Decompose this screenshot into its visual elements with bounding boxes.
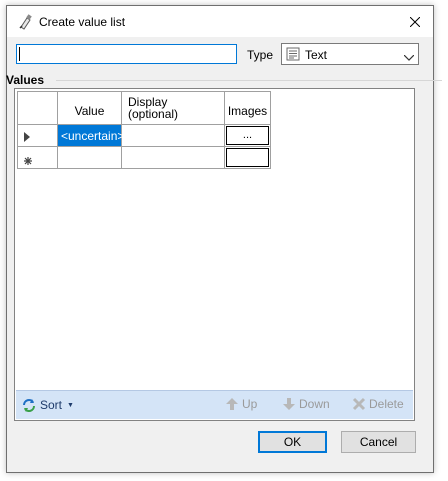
column-header-images[interactable]: Images [225,92,271,125]
cancel-button[interactable]: Cancel [341,431,416,453]
delete-button[interactable]: Delete [352,397,404,411]
column-header-value[interactable]: Value [58,92,122,125]
new-row-selector[interactable] [18,147,58,169]
choose-image-button[interactable]: ... [226,126,269,145]
sort-icon [23,399,35,412]
name-input[interactable] [16,44,237,64]
dropdown-arrow-icon: ▼ [67,401,74,409]
row-selector-header [18,92,58,125]
section-divider [56,80,442,81]
type-selected-value: Text [305,48,328,62]
sort-button[interactable]: Sort ▼ [21,397,74,413]
new-display-cell[interactable] [122,147,225,169]
current-row-arrow-icon [24,131,30,145]
value-list-icon [18,14,34,30]
grid-header-row: Value Display (optional) Images [18,92,271,125]
new-value-cell[interactable] [58,147,122,169]
column-header-display[interactable]: Display (optional) [122,92,225,125]
move-up-button[interactable]: Up [225,397,257,411]
type-select[interactable]: Text [281,43,419,65]
close-button[interactable] [401,8,429,35]
new-row[interactable] [18,147,271,169]
type-label: Type [247,48,274,62]
close-icon [410,16,420,27]
grid-toolbar: Sort ▼ Up Down Delete [16,390,413,419]
new-row-asterisk-icon [24,154,32,168]
arrow-up-icon [226,398,238,410]
new-images-cell [225,147,271,169]
text-caret [19,47,20,61]
new-choose-image-button[interactable] [226,148,269,167]
title-bar: Create value list [7,6,433,37]
values-grid: Value Display (optional) Images <uncerta… [17,91,271,169]
delete-icon [352,397,366,411]
arrow-down-icon [283,398,295,410]
value-cell[interactable]: <uncertain> [58,125,124,147]
move-down-button[interactable]: Down [282,397,330,411]
window-title: Create value list [39,15,126,29]
table-row[interactable]: <uncertain> ... [18,125,271,147]
text-type-icon [286,47,300,64]
chevron-down-icon [403,50,415,64]
images-cell: ... [225,125,271,147]
values-section-label: Values [6,73,45,87]
values-grid-panel: Value Display (optional) Images <uncerta… [14,88,415,421]
row-selector[interactable] [18,125,58,147]
ok-button[interactable]: OK [258,431,327,453]
display-cell[interactable] [122,125,225,147]
